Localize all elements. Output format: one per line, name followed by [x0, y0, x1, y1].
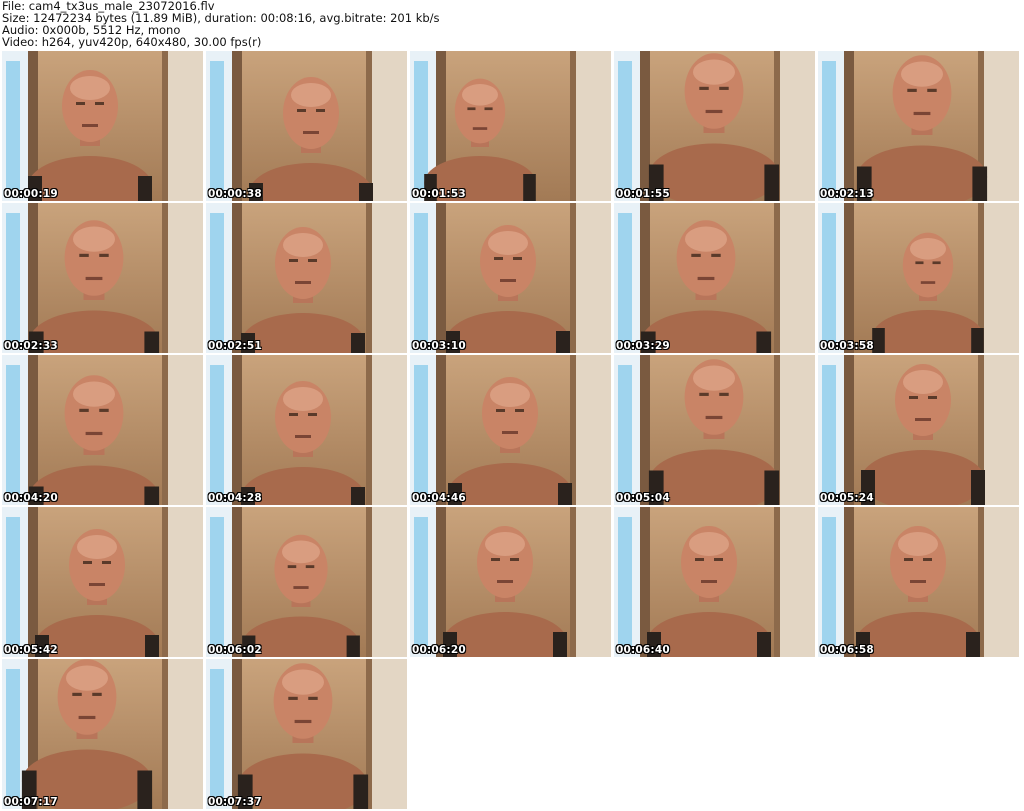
webcam-frame-image: [2, 51, 203, 201]
webcam-frame-image: [410, 203, 611, 353]
video-thumbnail: 00:00:38: [206, 51, 407, 201]
video-thumbnail: 00:02:13: [818, 51, 1019, 201]
webcam-frame-image: [818, 203, 1019, 353]
webcam-frame-image: [2, 355, 203, 505]
thumbnail-timestamp: 00:04:20: [4, 492, 58, 504]
thumbnail-timestamp: 00:05:24: [820, 492, 874, 504]
video-thumbnail: 00:06:58: [818, 507, 1019, 657]
webcam-frame-image: [614, 203, 815, 353]
thumbnail-timestamp: 00:04:28: [208, 492, 262, 504]
thumbnail-timestamp: 00:06:02: [208, 644, 262, 656]
webcam-frame-image: [206, 51, 407, 201]
thumbnail-timestamp: 00:00:38: [208, 188, 262, 200]
video-thumbnail: 00:06:20: [410, 507, 611, 657]
webcam-frame-image: [206, 203, 407, 353]
webcam-frame-image: [2, 203, 203, 353]
webcam-frame-image: [206, 355, 407, 505]
video-thumbnail: 00:02:51: [206, 203, 407, 353]
thumbnail-timestamp: 00:07:17: [4, 796, 58, 808]
video-thumbnail: 00:04:20: [2, 355, 203, 505]
thumbnail-timestamp: 00:06:40: [616, 644, 670, 656]
video-thumbnail: 00:05:04: [614, 355, 815, 505]
video-thumbnail: 00:04:28: [206, 355, 407, 505]
video-thumbnail: 00:05:42: [2, 507, 203, 657]
video-thumbnail: 00:03:10: [410, 203, 611, 353]
thumbnail-timestamp: 00:03:58: [820, 340, 874, 352]
thumbnail-timestamp: 00:01:55: [616, 188, 670, 200]
video-thumbnail: 00:01:53: [410, 51, 611, 201]
thumbnail-timestamp: 00:04:46: [412, 492, 466, 504]
video-thumbnail: 00:03:29: [614, 203, 815, 353]
thumbnail-timestamp: 00:07:37: [208, 796, 262, 808]
webcam-frame-image: [206, 507, 407, 657]
thumbnail-timestamp: 00:05:04: [616, 492, 670, 504]
video-thumbnail: 00:03:58: [818, 203, 1019, 353]
video-thumbnail: 00:07:37: [206, 659, 407, 809]
thumbnail-timestamp: 00:02:33: [4, 340, 58, 352]
thumbnail-timestamp: 00:02:51: [208, 340, 262, 352]
webcam-frame-image: [614, 51, 815, 201]
thumbnail-timestamp: 00:06:20: [412, 644, 466, 656]
thumbnail-timestamp: 00:02:13: [820, 188, 874, 200]
thumbnail-grid: 00:00:19 00:00:38 00:01:53 00:01:55 00:02:13…: [2, 51, 1022, 811]
webcam-frame-image: [614, 355, 815, 505]
webcam-frame-image: [410, 51, 611, 201]
thumbnail-timestamp: 00:03:10: [412, 340, 466, 352]
webcam-frame-image: [818, 507, 1019, 657]
thumbnail-timestamp: 00:06:58: [820, 644, 874, 656]
video-thumbnail: 00:04:46: [410, 355, 611, 505]
video-thumbnail: 00:06:40: [614, 507, 815, 657]
webcam-frame-image: [2, 659, 203, 809]
webcam-frame-image: [818, 355, 1019, 505]
webcam-frame-image: [2, 507, 203, 657]
thumbnail-timestamp: 00:03:29: [616, 340, 670, 352]
video-thumbnail: 00:00:19: [2, 51, 203, 201]
video-info-line: Video: h264, yuv420p, 640x480, 30.00 fps…: [2, 35, 262, 49]
video-thumbnail: 00:05:24: [818, 355, 1019, 505]
thumbnail-timestamp: 00:05:42: [4, 644, 58, 656]
webcam-frame-image: [614, 507, 815, 657]
webcam-frame-image: [410, 355, 611, 505]
webcam-frame-image: [206, 659, 407, 809]
video-thumbnail: 00:01:55: [614, 51, 815, 201]
thumbnail-timestamp: 00:01:53: [412, 188, 466, 200]
video-thumbnail: 00:06:02: [206, 507, 407, 657]
thumbnail-timestamp: 00:00:19: [4, 188, 58, 200]
webcam-frame-image: [818, 51, 1019, 201]
file-info-header: File: cam4_tx3us_male_23072016.flv Size:…: [2, 0, 1002, 48]
video-thumbnail: 00:07:17: [2, 659, 203, 809]
webcam-frame-image: [410, 507, 611, 657]
video-thumbnail: 00:02:33: [2, 203, 203, 353]
